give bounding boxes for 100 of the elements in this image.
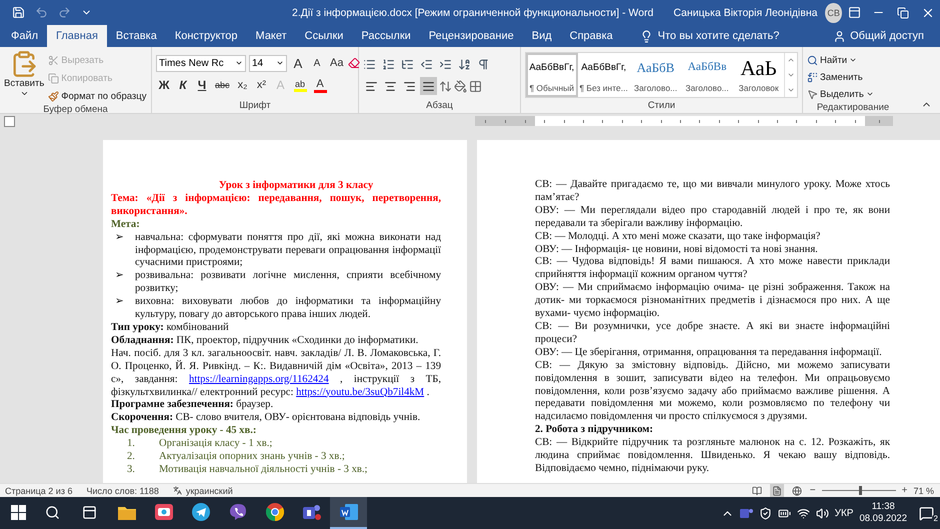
list-item-text: навчальна: сформувати поняття про дії, які можна виконати над інформацією, продемонструвати переваги опрацювання інформації сучасними пристроями; [135, 232, 441, 270]
multilevel-list-icon[interactable] [401, 58, 414, 70]
search-icon [45, 504, 60, 520]
telegram-icon [192, 503, 210, 521]
paste-button[interactable]: Вставить [4, 50, 44, 104]
decrease-indent-icon[interactable] [420, 58, 433, 70]
section-heading: Час проведення уроку - 45 хв.: [111, 425, 258, 438]
security-icon[interactable] [758, 506, 772, 520]
numbering-icon[interactable] [382, 58, 395, 70]
strikethrough-button[interactable]: abc [213, 76, 232, 94]
ribbon-tab[interactable]: Рецензирование [420, 25, 523, 47]
paragraph: ОВУ: — Ми переглядали відео про стародавній людей і про те, як вони передавали та зберігали важливу інформацію. [535, 204, 890, 231]
change-case-button[interactable]: Aa [328, 54, 346, 72]
line-spacing-icon[interactable] [439, 80, 452, 92]
keyboard-language[interactable]: УКР [834, 508, 854, 518]
view-button[interactable] [790, 484, 804, 497]
caret-icon [866, 90, 874, 98]
ribbon-tab[interactable]: Файл [2, 25, 48, 47]
user-name: Саницька Вікторія Леонідівна [673, 6, 818, 18]
ribbon-tab[interactable]: Макет [246, 25, 296, 47]
paragraph: СВ: — Відкрийте підручник та розгляньте малюнок на с. 12. Розкажіть, як людина сприймає повідомлення. Швиденько. Я чекаю вашу відповідь. Відповідаємо чемно, піднімаючи руку. [535, 437, 890, 476]
list-item-text: Мотивація навчальної діяльності учнів - 3 хв.; [159, 464, 368, 477]
paragraph: Нач. посіб. для 3 кл. загальноосвіт. навч. закладів/ Л. В. Ломаковська, Г. О. Проценко, Й. Я. Ривкінд. – К:. Видавничій дім «Освіта», 2013 – 139 с», завдання: https://learningapps.org/1162424 , інструкції з ТБ, фізкультхвилинка// електронний ресурс: https://youtu.be/3suQb7il4kM . [111, 348, 441, 399]
increase-indent-icon[interactable] [439, 58, 452, 70]
superscript-button[interactable]: x² [254, 76, 270, 94]
notifications-button[interactable]: 2 [913, 506, 940, 520]
redo-icon[interactable] [58, 6, 71, 19]
panel-icon [848, 6, 861, 19]
message-icon [919, 506, 934, 520]
ribbon-tab[interactable]: Рассылки [352, 25, 420, 47]
sort-icon[interactable] [458, 58, 471, 70]
style-item[interactable]: АаБбВвГг, ¶ Обычный [526, 53, 578, 97]
grow-font-button[interactable]: A [290, 54, 306, 72]
ribbon-tab[interactable]: Вид [522, 25, 561, 47]
book-icon [752, 486, 762, 496]
replace-button[interactable]: Заменить [807, 69, 863, 85]
caret-icon [235, 59, 243, 67]
align-icon [365, 80, 378, 92]
viber-icon [228, 503, 246, 521]
bullets-icon[interactable] [363, 58, 376, 70]
folder-icon [118, 504, 136, 520]
font-size-field[interactable]: 14 [249, 54, 287, 72]
select-button[interactable]: Выделить [807, 86, 874, 102]
tab-selector-icon[interactable] [4, 116, 15, 126]
ribbon-tab[interactable]: Конструктор [166, 25, 247, 47]
group-label: Редактирование [816, 102, 890, 113]
user-avatar[interactable]: СВ [825, 2, 842, 22]
paragraph: ОВУ: — Ми сприймаємо інформацію очима- це різні зображення. Також на дотик- ми торкаємося різноманітних предметів і дізнаємося про них. А ще вухами- чуємо інформацію. [535, 282, 890, 321]
borders-icon[interactable] [469, 80, 482, 92]
shading-icon[interactable] [454, 80, 467, 92]
share-button[interactable]: Общий доступ [827, 25, 930, 47]
lesson-title: Урок з інформатики для 3 класу [218, 180, 374, 193]
tell-me-search[interactable]: Что вы хотите сделать? [634, 25, 786, 47]
person-icon [833, 30, 846, 42]
list-item-text: розвивальна: розвивати логічне мислення, сприяти всебічному розвитку; [135, 270, 441, 296]
shrink-font-button[interactable]: A [309, 54, 325, 72]
ribbon-tab[interactable]: Вставка [106, 25, 166, 47]
bold-button[interactable]: Ж [156, 76, 172, 94]
undo-icon[interactable] [35, 6, 48, 19]
underline-button[interactable]: Ч [194, 76, 210, 94]
wifi-icon[interactable] [796, 506, 810, 520]
list-number: 1. [127, 438, 136, 452]
language-icon[interactable] [172, 486, 182, 495]
language-indicator[interactable]: украинский [186, 486, 233, 496]
clear-format-icon[interactable] [348, 57, 360, 69]
zoom-in-button[interactable]: + [902, 485, 908, 496]
ribbon-tab[interactable]: Ссылки [296, 25, 352, 47]
windows-icon [10, 504, 26, 520]
find-button[interactable]: Найти [807, 52, 858, 68]
replace-icon [807, 72, 818, 82]
view-button[interactable] [750, 484, 764, 497]
view-button[interactable] [770, 484, 784, 497]
paragraph: СВ: — Давайте пригадаємо те, що ми вивчали минулого уроку. Може хтось пам’ятає? [535, 179, 890, 205]
highlight-button[interactable]: ab [292, 76, 309, 94]
paragraph: Обладнання: ПК, проектор, підручник «Сходинки до інформатики. [111, 334, 420, 348]
battery-icon[interactable] [778, 506, 791, 520]
paragraph: Скорочення: СВ- слово вчителя, ОВУ- орієнтована відповідь учнів. [111, 412, 422, 426]
copy-icon [48, 72, 60, 84]
font-color-button[interactable]: A [312, 76, 329, 94]
link[interactable]: https://youtu.be/3suQb7il4kM [296, 386, 424, 398]
zoom-out-button[interactable]: − [810, 485, 816, 496]
italic-button[interactable]: К [175, 76, 191, 94]
zoom-level: 71 % [913, 486, 934, 496]
clipboard-action[interactable]: Формат по образцу [48, 88, 146, 104]
page-icon [772, 486, 782, 496]
subscript-button[interactable]: x₂ [234, 76, 251, 94]
link[interactable]: https://learningapps.org/1162424 [189, 374, 329, 385]
paragraph: ОВУ: — Це зберігання, отримання, опрацювання та передавання інформації. [535, 346, 883, 360]
pointer-icon [807, 88, 818, 100]
zoom-slider[interactable] [859, 486, 862, 495]
save-icon[interactable] [12, 6, 25, 19]
font-name-field[interactable]: Times New Rc [156, 54, 246, 72]
ribbon-tab[interactable]: Главная [47, 25, 107, 47]
ribbon-tab[interactable]: Справка [560, 25, 622, 47]
teams-tray-icon[interactable] [740, 507, 753, 519]
pilcrow-icon[interactable] [477, 58, 490, 70]
align-button[interactable] [420, 77, 437, 95]
clock[interactable]: 11:38 08.09.2022 [859, 501, 907, 525]
paragraph: СВ: — Дякую за змістовну відповідь. Дійсно, ми можемо записувати повідомлення в зошит, записувати відео на телефон. Ми опрацьовуємо повідомлення, коли розв’язуємо задачу або приймаємо важливе рішення. А передавати повідомлення ми можемо, коли розмовляємо по телефону чи надсилаємо повідомлення чи просто спілкуємося з друзями. [535, 360, 890, 424]
volume-icon[interactable] [816, 506, 829, 520]
